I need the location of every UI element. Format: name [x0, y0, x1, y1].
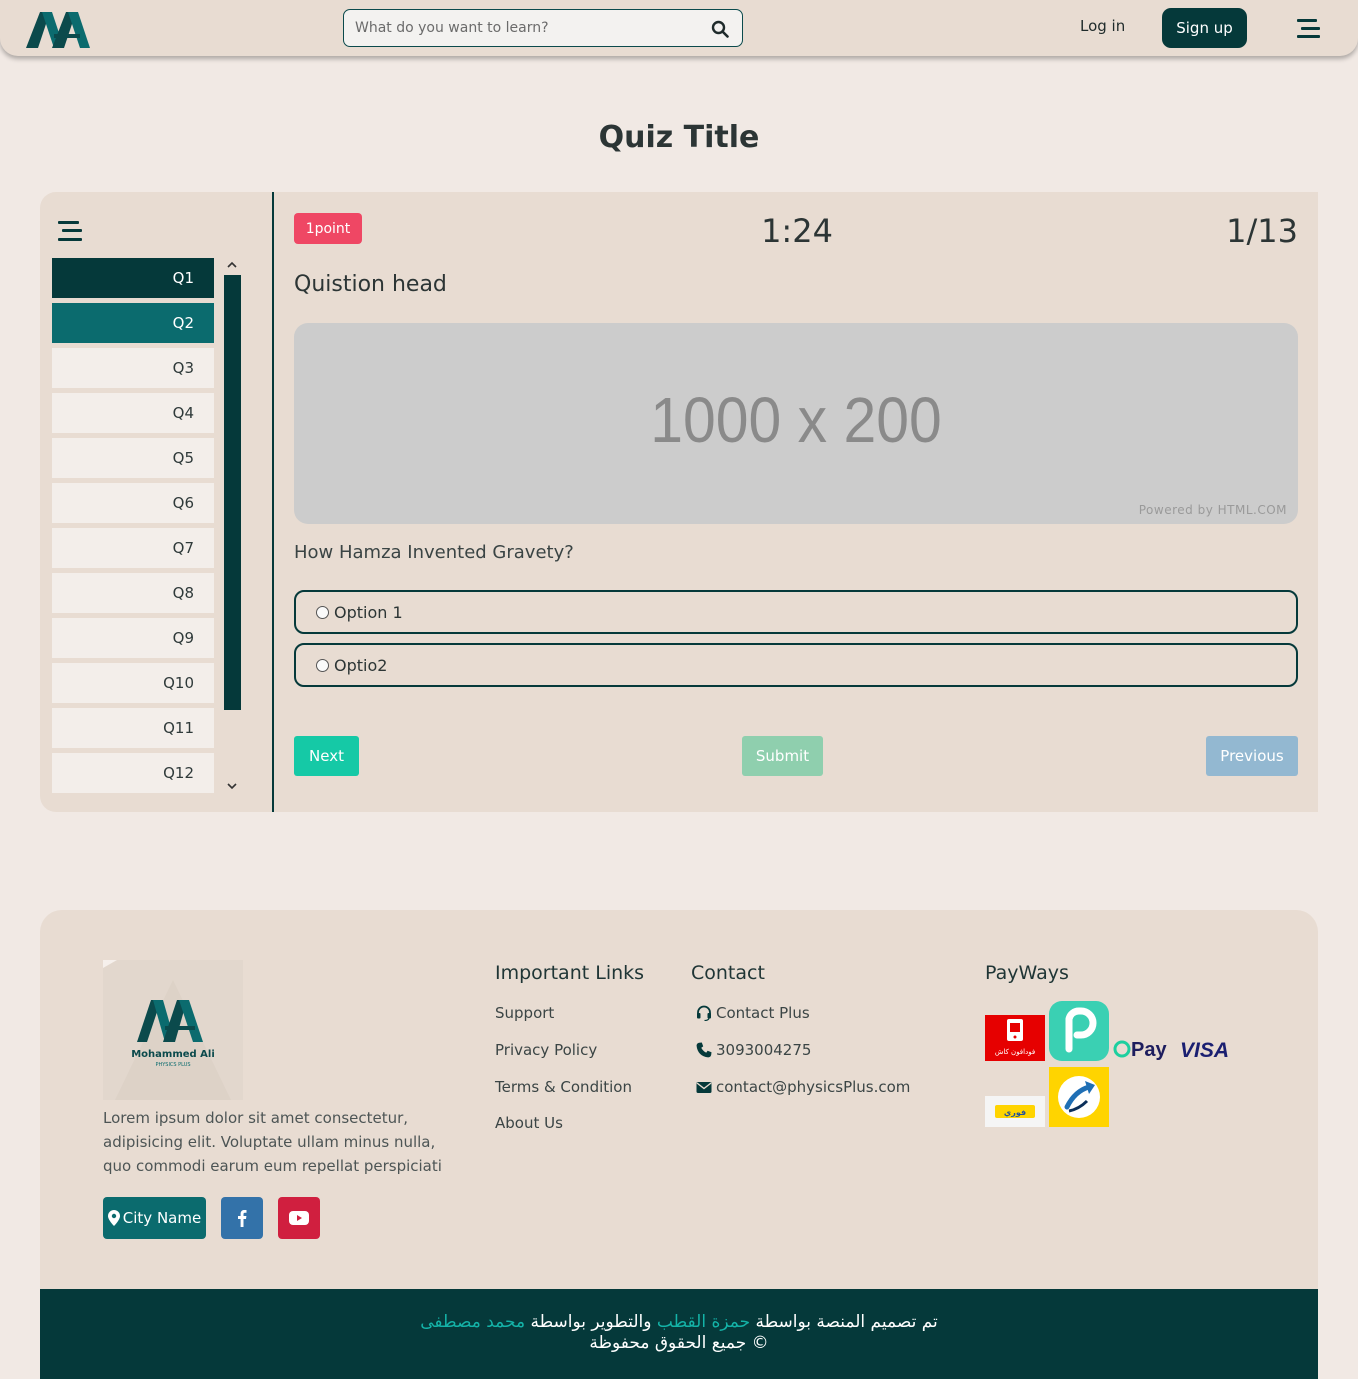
question-item[interactable]: Q8	[52, 573, 214, 613]
question-item[interactable]: Q6	[52, 483, 214, 523]
email-address: contact@physicsPlus.com	[716, 1078, 911, 1096]
site-footer: Mohammed Ali PHYSICS PLUS Lorem ipsum do…	[40, 910, 1318, 1379]
site-header: Log in Sign up	[0, 0, 1358, 56]
contact-plus-label: Contact Plus	[716, 1004, 810, 1022]
visa-text: VISA	[1180, 1039, 1229, 1062]
opay-text: Pay	[1131, 1039, 1167, 1061]
question-item[interactable]: Q10	[52, 663, 214, 703]
paymob-logo	[1049, 1001, 1109, 1061]
search-icon[interactable]	[711, 20, 729, 38]
fawry-text: فوري	[1004, 1108, 1026, 1117]
quiz-timer: 1:24	[761, 212, 833, 250]
facebook-icon	[238, 1210, 247, 1227]
contact-plus-link[interactable]: Contact Plus	[696, 1004, 810, 1022]
developer-name[interactable]: محمد مصطفى	[420, 1312, 525, 1332]
email-link[interactable]: contact@physicsPlus.com	[696, 1078, 910, 1096]
question-head: Quistion head	[294, 272, 447, 297]
city-label: City Name	[122, 1209, 202, 1227]
vodafone-cash-logo: فودافون كاش	[985, 1015, 1045, 1061]
youtube-button[interactable]	[278, 1197, 320, 1239]
signup-button[interactable]: Sign up	[1162, 8, 1247, 48]
submit-button[interactable]: Submit	[742, 736, 823, 776]
search-input[interactable]	[355, 10, 695, 46]
option-label: Option 1	[334, 602, 403, 622]
privacy-policy-link[interactable]: Privacy Policy	[495, 1041, 597, 1059]
question-item[interactable]: Q1	[52, 258, 214, 298]
scroll-up-icon[interactable]	[227, 260, 237, 270]
opay-logo: Pay	[1111, 1038, 1173, 1062]
youtube-icon	[289, 1211, 309, 1225]
footer-description: Lorem ipsum dolor sit amet consectetur, …	[103, 1109, 442, 1175]
scroll-thumb[interactable]	[224, 275, 241, 710]
previous-button[interactable]: Previous	[1206, 736, 1298, 776]
logo-subtitle: PHYSICS PLUS	[155, 1062, 190, 1068]
credits-text-2: والتطوير بواسطة	[530, 1312, 652, 1332]
question-list: Q1 Q2 Q3 Q4 Q5 Q6 Q7 Q8 Q9 Q10 Q11 Q12	[52, 258, 214, 793]
facebook-button[interactable]	[221, 1197, 263, 1239]
sidebar-toggle-icon[interactable]	[58, 220, 82, 242]
links-heading: Important Links	[495, 962, 645, 984]
quiz-panel: Q1 Q2 Q3 Q4 Q5 Q6 Q7 Q8 Q9 Q10 Q11 Q12 1…	[40, 192, 1318, 812]
question-item[interactable]: Q2	[52, 303, 214, 343]
meeza-logo	[1049, 1067, 1109, 1127]
about-us-link[interactable]: About Us	[495, 1114, 563, 1132]
image-placeholder-text: 1000 x 200	[650, 384, 942, 456]
contact-heading: Contact	[691, 962, 765, 984]
footer-logo: Mohammed Ali PHYSICS PLUS	[103, 960, 243, 1100]
fawry-logo: فوري	[985, 1096, 1045, 1127]
answer-option-1[interactable]: Option 1	[294, 590, 1298, 634]
question-item[interactable]: Q9	[52, 618, 214, 658]
support-link[interactable]: Support	[495, 1004, 554, 1022]
copyright-bar: تم تصميم المنصة بواسطة حمزة القطب والتطو…	[40, 1289, 1318, 1379]
question-item[interactable]: Q3	[52, 348, 214, 388]
answer-option-2[interactable]: Optio2	[294, 643, 1298, 687]
panel-divider	[272, 192, 274, 812]
phone-icon	[696, 1042, 712, 1058]
visa-logo: VISA	[1178, 1038, 1236, 1062]
designer-name[interactable]: حمزة القطب	[657, 1312, 750, 1332]
option-label: Optio2	[334, 655, 388, 675]
question-item[interactable]: Q12	[52, 753, 214, 793]
menu-icon[interactable]	[1297, 18, 1320, 39]
question-text: How Hamza Invented Gravety?	[294, 542, 574, 563]
location-pin-icon	[107, 1210, 120, 1226]
question-counter: 1/13	[1226, 212, 1298, 250]
search-box	[343, 9, 743, 47]
question-item[interactable]: Q5	[52, 438, 214, 478]
scroll-down-icon[interactable]	[227, 781, 237, 791]
phone-link[interactable]: 3093004275	[696, 1041, 811, 1059]
site-logo[interactable]	[24, 6, 92, 50]
headset-icon	[697, 1005, 711, 1021]
image-credit: Powered by HTML.COM	[1138, 503, 1287, 517]
question-item[interactable]: Q7	[52, 528, 214, 568]
radio-button[interactable]	[316, 605, 329, 619]
payways-heading: PayWays	[985, 962, 1069, 984]
phone-number: 3093004275	[716, 1041, 812, 1059]
points-badge: 1point	[294, 213, 362, 244]
terms-link[interactable]: Terms & Condition	[495, 1078, 632, 1096]
city-button[interactable]: City Name	[103, 1197, 206, 1239]
logo-name: Mohammed Ali	[131, 1049, 215, 1060]
next-button[interactable]: Next	[294, 736, 359, 776]
radio-button[interactable]	[316, 658, 329, 672]
rights-text: © جميع الحقوق محفوظة	[589, 1333, 769, 1353]
question-list-scrollbar[interactable]	[224, 258, 241, 793]
credits-line: تم تصميم المنصة بواسطة حمزة القطب والتطو…	[40, 1312, 1318, 1332]
question-item[interactable]: Q11	[52, 708, 214, 748]
envelope-icon	[696, 1082, 712, 1093]
question-image: 1000 x 200 Powered by HTML.COM	[294, 323, 1298, 524]
login-link[interactable]: Log in	[1080, 17, 1125, 35]
question-item[interactable]: Q4	[52, 393, 214, 433]
vodafone-cash-text: فودافون كاش	[995, 1048, 1035, 1056]
quiz-title: Quiz Title	[598, 120, 760, 155]
credits-text-1: تم تصميم المنصة بواسطة	[755, 1312, 938, 1332]
